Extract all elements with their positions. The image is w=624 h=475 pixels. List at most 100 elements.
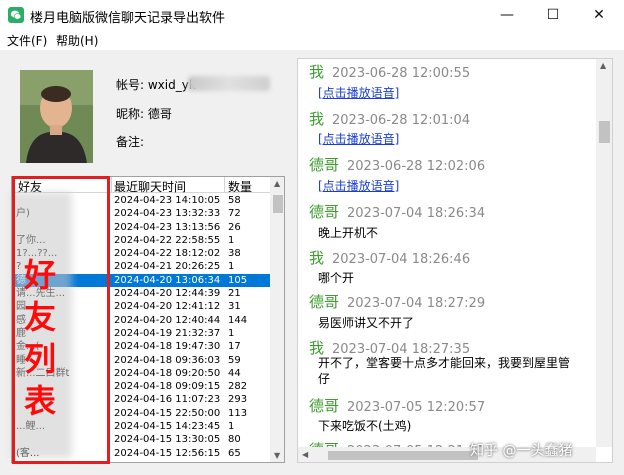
chat-scroll-thumb[interactable] bbox=[599, 121, 610, 143]
cell-time: 2024-04-20 12:41:12 bbox=[114, 301, 221, 313]
play-voice-link[interactable]: [点击播放语音] bbox=[318, 84, 399, 101]
message-header: 德哥 2023-06-28 12:02:06 bbox=[309, 154, 485, 175]
column-count[interactable]: 数量 bbox=[228, 178, 252, 195]
nickname-label: 昵称: 德哥 bbox=[116, 107, 172, 121]
scroll-up-icon[interactable]: ▲ bbox=[274, 179, 280, 188]
cell-time: 2024-04-18 19:47:30 bbox=[114, 341, 221, 353]
menu-bar: 文件(F) 帮助(H) bbox=[0, 30, 624, 50]
cell-time: 2024-04-15 14:23:45 bbox=[114, 421, 221, 433]
chat-scrollbar[interactable]: ▲ bbox=[596, 59, 612, 447]
cell-time: 2024-04-20 13:06:34 bbox=[114, 274, 221, 286]
play-voice-link[interactable]: [点击播放语音] bbox=[318, 130, 399, 147]
message-sender: 德哥 bbox=[309, 203, 340, 221]
cell-time: 2024-04-15 13:30:05 bbox=[114, 434, 221, 446]
list-scroll-thumb[interactable] bbox=[273, 195, 283, 213]
chat-panel[interactable]: 我 2023-06-28 12:00:55 [点击播放语音] 我 2023-06-28 … bbox=[297, 58, 613, 463]
message-text: 哪个开 bbox=[318, 271, 355, 285]
cell-time: 2024-04-22 22:58:55 bbox=[114, 234, 221, 246]
scroll-down-icon[interactable]: ▼ bbox=[274, 451, 280, 460]
cell-count: 21 bbox=[228, 288, 241, 300]
message-header: 我 2023-06-28 12:01:04 bbox=[309, 108, 470, 129]
cell-count: 26 bbox=[228, 221, 241, 233]
cell-count: 72 bbox=[228, 208, 241, 220]
watermark: 知乎 @一头蠢猪 bbox=[470, 443, 573, 459]
cell-count: 65 bbox=[228, 447, 241, 459]
cell-count: 31 bbox=[228, 301, 241, 313]
cell-count: 44 bbox=[228, 367, 241, 379]
account-label: 帐号: wxid_yk bbox=[116, 78, 196, 92]
cell-count: 282 bbox=[228, 381, 248, 393]
cell-count: 58 bbox=[228, 195, 241, 206]
minimize-button[interactable]: — bbox=[484, 0, 530, 30]
cell-time: 2024-04-18 09:09:15 bbox=[114, 381, 221, 393]
title-bar[interactable]: 楼月电脑版微信聊天记录导出软件 — ☐ ✕ bbox=[0, 0, 624, 30]
message-time: 2023-07-04 18:26:46 bbox=[332, 252, 471, 267]
wechat-icon bbox=[8, 7, 24, 23]
cell-time: 2024-04-23 13:32:33 bbox=[114, 208, 221, 220]
cell-time: 2024-04-18 09:36:03 bbox=[114, 354, 221, 366]
window-title: 楼月电脑版微信聊天记录导出软件 bbox=[30, 11, 226, 26]
message-text: 下来吃饭不(土鸡) bbox=[318, 419, 412, 433]
annotation-char: 表 bbox=[24, 382, 57, 420]
message-text: 开不了，堂客要十点多才能回来，我要到屋里管仔 bbox=[318, 356, 571, 386]
message-time: 2023-06-28 12:01:04 bbox=[332, 113, 471, 128]
annotation-char: 好 bbox=[24, 256, 57, 294]
cell-count: 113 bbox=[228, 407, 248, 419]
cell-time: 2024-04-22 18:12:02 bbox=[114, 248, 221, 260]
message-sender: 我 bbox=[309, 63, 325, 81]
message-text: 晚上开机不 bbox=[318, 226, 379, 240]
note-label: 备注: bbox=[116, 135, 145, 149]
annotation-char: 列 bbox=[24, 340, 57, 378]
message-sender: 我 bbox=[309, 110, 325, 128]
avatar bbox=[20, 70, 93, 163]
cell-count: 17 bbox=[228, 341, 241, 353]
message-time: 2023-06-28 12:02:06 bbox=[347, 159, 486, 174]
cell-time: 2024-04-21 20:26:25 bbox=[114, 261, 221, 273]
message-header: 德哥 2023-07-04 18:27:29 bbox=[309, 291, 485, 312]
cell-time: 2024-04-23 14:10:05 bbox=[114, 195, 221, 206]
menu-help[interactable]: 帮助(H) bbox=[56, 32, 98, 49]
cell-count: 38 bbox=[228, 248, 241, 260]
message-time: 2023-06-28 12:00:55 bbox=[332, 66, 471, 81]
play-voice-link[interactable]: [点击播放语音] bbox=[318, 177, 399, 194]
message-sender: 德哥 bbox=[309, 156, 340, 174]
cell-time: 2024-04-23 13:13:56 bbox=[114, 221, 221, 233]
column-divider[interactable] bbox=[111, 177, 112, 193]
message-header: 德哥 2023-07-04 18:26:34 bbox=[309, 201, 485, 222]
message-time: 2023-07-05 12:20:57 bbox=[347, 400, 486, 415]
column-divider[interactable] bbox=[224, 177, 225, 193]
message-time: 2023-07-04 18:26:34 bbox=[347, 206, 486, 221]
cell-count: 59 bbox=[228, 354, 241, 366]
cell-count: 144 bbox=[228, 314, 248, 326]
message-sender: 德哥 bbox=[309, 397, 340, 415]
cell-count: 293 bbox=[228, 394, 248, 406]
cell-count: 1 bbox=[228, 261, 235, 273]
scroll-left-icon[interactable]: ◀ bbox=[302, 450, 308, 459]
message-header: 德哥 2023-07-05 12:20:57 bbox=[309, 395, 485, 416]
menu-file[interactable]: 文件(F) bbox=[7, 32, 47, 49]
message-text: 易医师讲又不开了 bbox=[318, 316, 415, 330]
cell-time: 2024-04-19 21:32:37 bbox=[114, 327, 221, 339]
message-header: 我 2023-07-04 18:26:46 bbox=[309, 247, 470, 268]
cell-count: 80 bbox=[228, 434, 241, 446]
cell-time: 2024-04-16 11:07:23 bbox=[114, 394, 221, 406]
column-last-chat-time[interactable]: 最近聊天时间 bbox=[114, 178, 186, 195]
chat-hscroll-thumb[interactable] bbox=[328, 451, 478, 460]
message-header: 我 2023-06-28 12:00:55 bbox=[309, 61, 470, 82]
message-sender: 我 bbox=[309, 249, 325, 267]
message-time: 2023-07-04 18:27:29 bbox=[347, 296, 486, 311]
cell-count: 105 bbox=[228, 274, 248, 286]
annotation-char: 友 bbox=[24, 298, 57, 336]
scroll-up-icon[interactable]: ▲ bbox=[600, 61, 606, 70]
cell-time: 2024-04-18 09:20:50 bbox=[114, 367, 221, 379]
list-scrollbar[interactable]: ▲ ▼ bbox=[270, 177, 284, 462]
cell-time: 2024-04-20 12:40:44 bbox=[114, 314, 221, 326]
cell-count: 1 bbox=[228, 234, 235, 246]
close-button[interactable]: ✕ bbox=[576, 0, 622, 30]
cell-count: 1 bbox=[228, 327, 235, 339]
maximize-button[interactable]: ☐ bbox=[530, 0, 576, 30]
cell-time: 2024-04-15 22:50:00 bbox=[114, 407, 221, 419]
message-sender: 德哥 bbox=[309, 293, 340, 311]
cell-time: 2024-04-15 12:56:15 bbox=[114, 447, 221, 459]
cell-time: 2024-04-20 12:44:39 bbox=[114, 288, 221, 300]
